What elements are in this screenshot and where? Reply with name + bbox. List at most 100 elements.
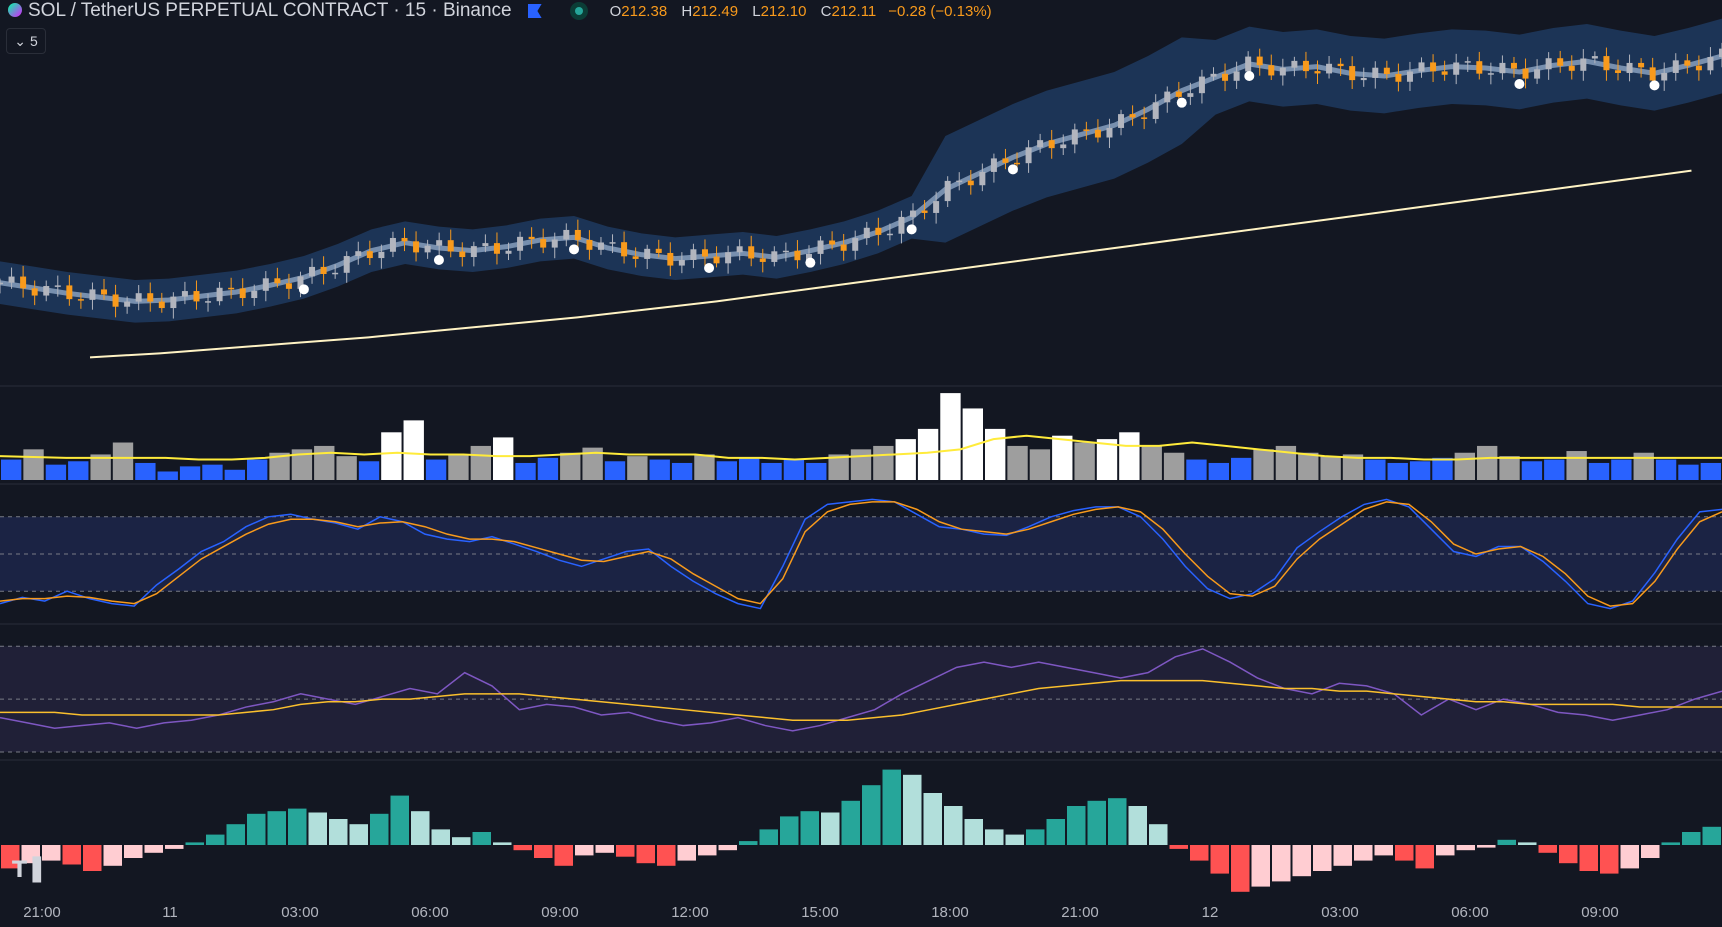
histogram-bar xyxy=(1026,829,1045,845)
candle-body xyxy=(447,240,454,252)
change-value: −0.28 (−0.13%) xyxy=(888,2,992,20)
candle-body xyxy=(701,249,708,257)
symbol-title[interactable]: SOL / TetherUS PERPETUAL CONTRACT · 15 ·… xyxy=(28,0,512,22)
histogram-bar xyxy=(1702,826,1721,845)
candle-body xyxy=(181,291,188,297)
candle-body xyxy=(470,246,477,258)
candle-body xyxy=(875,227,882,235)
candle-body xyxy=(1048,140,1055,149)
histogram-bar xyxy=(1108,798,1127,845)
candle-body xyxy=(1210,73,1217,77)
histogram-bar xyxy=(1067,806,1086,845)
candle-body xyxy=(910,210,917,217)
histogram-bar xyxy=(1046,819,1065,845)
candle-body xyxy=(1557,58,1564,66)
volume-bar xyxy=(1566,451,1587,480)
candle-body xyxy=(817,240,824,254)
candle-body xyxy=(20,276,27,289)
histogram-bar xyxy=(62,845,81,865)
candle-body xyxy=(1060,144,1067,149)
histogram-bar xyxy=(329,819,348,845)
candle-body xyxy=(1118,114,1125,128)
volume-bar xyxy=(1231,457,1252,480)
time-axis-label: 09:00 xyxy=(541,904,579,921)
candle-body xyxy=(551,239,558,248)
time-axis-label: 03:00 xyxy=(1321,904,1359,921)
histogram-bar xyxy=(1477,845,1496,848)
histogram-bar xyxy=(1456,845,1475,851)
volume-bar xyxy=(1186,459,1207,480)
volume-bar xyxy=(940,393,961,480)
candle-body xyxy=(251,290,258,299)
signal-dot xyxy=(298,284,309,295)
histogram-bar xyxy=(1559,845,1578,864)
histogram-bar xyxy=(1436,845,1455,856)
candle-body xyxy=(355,251,362,257)
histogram-bar xyxy=(247,813,266,845)
histogram-bar xyxy=(1600,845,1619,874)
candle-body xyxy=(1684,60,1691,66)
candle-body xyxy=(1106,127,1113,138)
collapse-indicators-button[interactable]: ⌄ 5 xyxy=(6,28,46,54)
histogram-bar xyxy=(1149,824,1168,845)
volume-bar xyxy=(1409,461,1431,480)
candle-body xyxy=(366,251,373,259)
candle-body xyxy=(436,240,443,246)
candle-body xyxy=(135,293,142,302)
candle-body xyxy=(944,180,951,202)
volume-bar xyxy=(470,445,491,480)
histogram-bar xyxy=(1518,842,1537,845)
candle-body xyxy=(389,237,396,252)
candle-body xyxy=(343,256,350,273)
chart-canvas[interactable]: 21:00 11 03:00 06:00 09:00 12:00 15:00 18:00 21:… xyxy=(0,0,1722,927)
volume-bar xyxy=(1074,442,1095,480)
candle-body xyxy=(782,250,789,253)
volume-bar xyxy=(1633,452,1654,480)
candle-body xyxy=(632,256,639,259)
ohlc-values: O212.38 H212.49 L212.10 C212.11 xyxy=(610,3,877,20)
candle-body xyxy=(725,252,732,264)
candle-body xyxy=(216,287,223,302)
time-axis-label: 18:00 xyxy=(931,904,969,921)
candle-body xyxy=(863,227,870,239)
volume-bar xyxy=(739,457,760,480)
flag-icon[interactable] xyxy=(527,4,542,18)
volume-bar xyxy=(671,462,693,480)
volume-bar xyxy=(135,462,156,480)
chart-header: SOL / TetherUS PERPETUAL CONTRACT · 15 ·… xyxy=(0,0,992,22)
candle-body xyxy=(1418,62,1425,72)
candle-body xyxy=(1187,93,1194,97)
market-status-icon[interactable] xyxy=(569,2,588,20)
candle-body xyxy=(898,216,905,234)
candle-body xyxy=(320,266,327,274)
histogram-bar xyxy=(903,774,922,845)
candle-body xyxy=(517,236,524,251)
candle-body xyxy=(690,249,697,260)
candle-body xyxy=(1314,71,1321,74)
candle-body xyxy=(1568,65,1575,71)
volume-bar xyxy=(1655,459,1677,480)
candle-body xyxy=(378,251,385,259)
time-axis-label: 06:00 xyxy=(411,904,449,921)
histogram-bar xyxy=(1251,845,1270,887)
histogram-bar xyxy=(1354,845,1373,861)
histogram-bar xyxy=(1005,834,1024,845)
histogram-bar xyxy=(718,845,737,851)
histogram-bar xyxy=(1292,845,1311,877)
candle-body xyxy=(1638,62,1645,68)
candle-body xyxy=(1337,63,1344,67)
histogram-bar xyxy=(103,845,122,866)
volume-bar xyxy=(1298,452,1319,480)
candle-body xyxy=(1614,70,1621,73)
histogram-bar xyxy=(206,834,225,845)
volume-bar xyxy=(1700,462,1721,480)
time-axis-label: 21:00 xyxy=(23,904,61,921)
histogram-bar xyxy=(452,837,471,845)
high-label: H xyxy=(681,2,693,20)
signal-dot xyxy=(433,255,444,265)
volume-bar xyxy=(537,457,559,480)
histogram-bar xyxy=(1190,845,1209,861)
histogram-bar xyxy=(1661,842,1680,845)
volume-bar xyxy=(1611,459,1632,480)
histogram-bar xyxy=(841,800,860,845)
